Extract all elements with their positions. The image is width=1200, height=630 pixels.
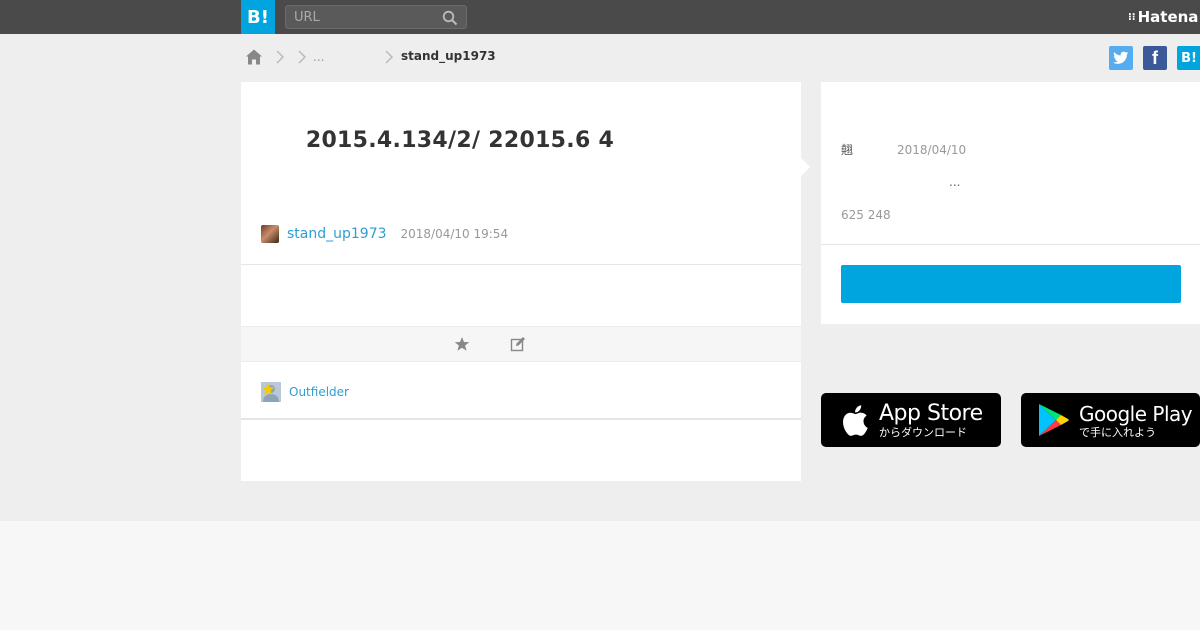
breadcrumb-current: stand_up1973 <box>401 49 496 63</box>
hatena-brand-name: Hatena <box>1137 8 1199 26</box>
edit-icon[interactable] <box>510 336 526 352</box>
app-store-badge[interactable]: App Store からダウンロード <box>821 393 1001 447</box>
entry-datetime: 2018/04/10 19:54 <box>400 227 509 241</box>
chevron-right-icon <box>298 50 307 64</box>
breadcrumb-category[interactable]: ... <box>313 50 324 64</box>
user-link[interactable]: stand_up1973 <box>287 226 387 242</box>
chevron-right-icon <box>385 50 394 64</box>
divider <box>241 418 801 420</box>
side-date: 2018/04/10 <box>897 143 967 157</box>
google-play-badge[interactable]: Google Play で手に入れよう <box>1021 393 1200 447</box>
site-favicon: 翹 <box>841 143 854 157</box>
google-play-icon <box>1039 404 1069 436</box>
hatena-mark-icon: ⁝⁝ <box>1128 11 1136 23</box>
facebook-share-button[interactable]: f <box>1143 46 1167 70</box>
twitter-icon <box>1113 51 1129 64</box>
side-summary: ... <box>949 175 961 189</box>
app-store-sublabel: からダウンロード <box>879 425 967 439</box>
search-input[interactable] <box>286 6 436 28</box>
starrer-name-link[interactable]: Outfielder <box>289 385 349 399</box>
side-pointer <box>801 158 810 176</box>
star-icon <box>261 382 275 395</box>
apple-icon <box>843 405 868 436</box>
hatena-brand-link[interactable]: ⁝⁝ Hatena <box>1128 0 1198 34</box>
side-counts: 625 248 <box>841 208 891 222</box>
twitter-share-button[interactable] <box>1109 46 1133 70</box>
entry-title[interactable]: 2015.4.134/2/ 22015.6 4 <box>301 124 619 158</box>
google-play-label: Google Play <box>1079 401 1193 426</box>
hatena-bookmark-icon: B! <box>1181 50 1197 66</box>
search-icon[interactable] <box>442 10 458 26</box>
divider <box>241 264 801 265</box>
hatena-bookmark-logo[interactable]: B! <box>241 0 275 34</box>
app-store-label: App Store <box>879 400 983 426</box>
bookmark-button[interactable] <box>841 265 1181 303</box>
breadcrumb: ... <box>245 46 324 68</box>
star-icon[interactable] <box>454 336 470 352</box>
app-store-text: App Store からダウンロード <box>879 400 983 439</box>
home-icon[interactable] <box>245 48 263 66</box>
google-play-sublabel: で手に入れよう <box>1079 425 1156 439</box>
side-card: 翹 2018/04/10 ... 625 248 <box>821 82 1200 324</box>
facebook-icon: f <box>1152 47 1158 68</box>
google-play-text: Google Play で手に入れよう <box>1079 401 1193 439</box>
entry-actions-bar <box>241 326 801 362</box>
divider <box>821 244 1200 245</box>
hatena-bookmark-share-button[interactable]: B! <box>1177 46 1200 70</box>
starrer-item: Outfielder <box>261 382 349 402</box>
logo-text: B! <box>247 6 269 28</box>
user-avatar[interactable] <box>261 225 279 243</box>
search-box[interactable] <box>285 5 467 29</box>
entry-meta: stand_up1973 2018/04/10 19:54 <box>261 225 508 243</box>
chevron-right-icon <box>276 50 285 64</box>
entry-card: 2015.4.134/2/ 22015.6 4 stand_up1973 201… <box>241 82 801 481</box>
top-bar <box>0 0 1200 34</box>
starrer-avatar[interactable] <box>261 382 281 402</box>
